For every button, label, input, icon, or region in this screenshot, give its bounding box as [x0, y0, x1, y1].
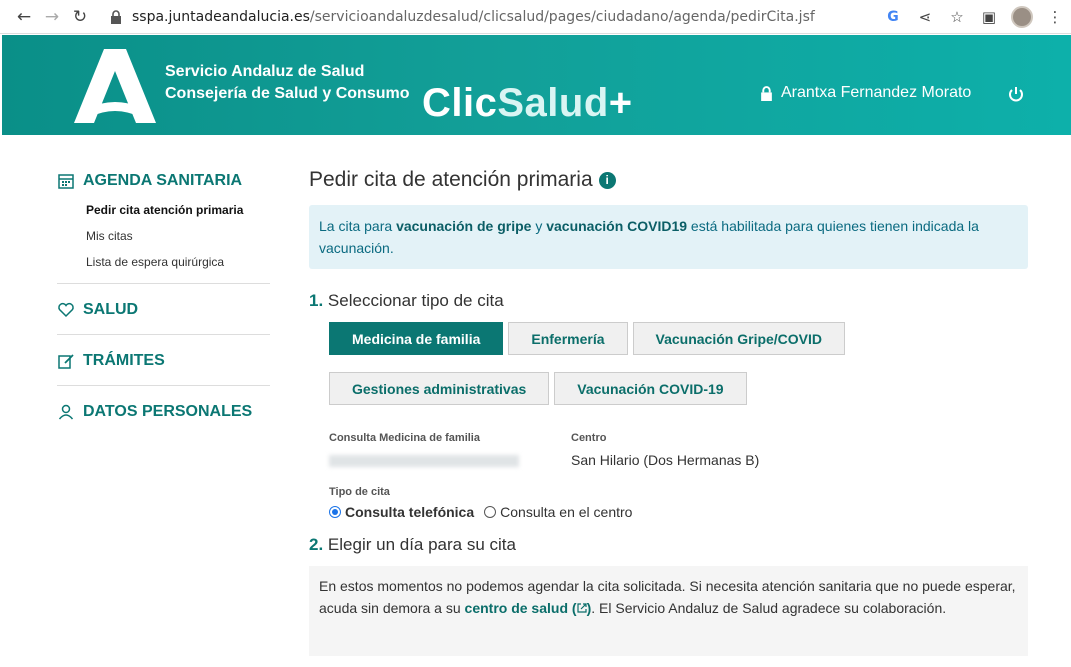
clicsalud-logo[interactable]: ClicSalud+	[422, 81, 633, 126]
url-path: /servicioandaluzdesalud/clicsalud/pages/…	[309, 9, 815, 25]
user-name: Arantxa Fernandez Morato	[781, 84, 972, 101]
radio-consulta-telefonica[interactable]: Consulta telefónica	[329, 504, 474, 520]
link-label: centro de salud	[464, 600, 568, 616]
appointment-type-buttons: Medicina de familia Enfermería Vacunació…	[329, 322, 889, 405]
user-icon	[58, 404, 74, 420]
page-title: Pedir cita de atención primaria i	[309, 165, 1029, 195]
sidebar-item-datos-personales[interactable]: DATOS PERSONALES	[57, 396, 270, 428]
tipo-cita-radio-group: Consulta telefónica Consulta en el centr…	[329, 502, 1029, 522]
tipo-cita-label: Tipo de cita	[329, 486, 390, 498]
org-line-2: Consejería de Salud y Consumo	[165, 85, 410, 102]
vaccination-alert: La cita para vacunación de gripe y vacun…	[309, 205, 1028, 269]
type-enfermeria-button[interactable]: Enfermería	[508, 322, 628, 355]
org-name: Servicio Andaluz de Salud Consejería de …	[165, 61, 410, 105]
appointment-details: Consulta Medicina de familia Centro San …	[329, 432, 1029, 470]
reload-icon[interactable]: ↻	[66, 3, 94, 31]
main-content: Pedir cita de atención primaria i La cit…	[309, 165, 1029, 656]
user-info: Arantxa Fernandez Morato	[760, 84, 971, 102]
edit-form-icon	[58, 354, 74, 369]
sidebar-item-lista-espera[interactable]: Lista de espera quirúrgica	[57, 249, 270, 275]
side-panel-icon[interactable]: ▣	[979, 7, 999, 27]
radio-label: Consulta telefónica	[345, 504, 475, 520]
alert-bold-covid: vacunación COVID19	[546, 218, 688, 234]
step-label: Elegir un día para su cita	[327, 535, 516, 554]
profile-avatar[interactable]	[1011, 6, 1033, 28]
sidebar-item-label: SALUD	[83, 301, 139, 318]
back-icon[interactable]: ←	[10, 3, 38, 31]
logout-power-icon[interactable]	[1007, 85, 1025, 103]
divider	[57, 385, 270, 386]
availability-notice: En estos momentos no podemos agendar la …	[309, 566, 1028, 656]
radio-consulta-centro[interactable]: Consulta en el centro	[484, 504, 632, 520]
page-title-text: Pedir cita de atención primaria	[309, 168, 593, 191]
menu-kebab-icon[interactable]: ⋮	[1045, 7, 1065, 27]
forward-icon[interactable]: →	[38, 3, 66, 31]
redacted-doctor-name	[329, 455, 519, 467]
external-link-icon	[576, 603, 587, 613]
divider	[57, 334, 270, 335]
sidebar: AGENDA SANITARIA Pedir cita atención pri…	[57, 165, 270, 428]
type-vacunacion-gripe-covid-button[interactable]: Vacunación Gripe/COVID	[632, 322, 846, 355]
centro-salud-link[interactable]: centro de salud ()	[465, 600, 592, 616]
share-icon[interactable]: ⋖	[915, 7, 935, 27]
brand-clic: Clic	[422, 81, 498, 125]
sidebar-item-mis-citas[interactable]: Mis citas	[57, 223, 270, 249]
junta-andalucia-logo[interactable]	[70, 45, 160, 123]
radio-selected-icon[interactable]	[329, 506, 341, 518]
centro-value: San Hilario (Dos Hermanas B)	[571, 452, 760, 468]
radio-label: Consulta en el centro	[500, 504, 633, 520]
step-label: Seleccionar tipo de cita	[327, 291, 504, 310]
step-number: 2.	[309, 535, 324, 554]
type-medicina-familia-button[interactable]: Medicina de familia	[329, 322, 504, 355]
sidebar-item-label: TRÁMITES	[83, 352, 165, 369]
calendar-icon	[58, 174, 74, 189]
org-line-1: Servicio Andaluz de Salud	[165, 63, 365, 80]
address-bar[interactable]: sspa.juntadeandalucia.es/servicioandaluz…	[110, 4, 815, 30]
sidebar-item-pedir-cita[interactable]: Pedir cita atención primaria	[57, 197, 270, 223]
sidebar-item-label: DATOS PERSONALES	[83, 403, 253, 420]
consulta-label: Consulta Medicina de familia	[329, 432, 480, 444]
sidebar-item-label: AGENDA SANITARIA	[83, 172, 243, 189]
sidebar-item-tramites[interactable]: TRÁMITES	[57, 345, 270, 377]
sidebar-item-agenda[interactable]: AGENDA SANITARIA	[57, 165, 270, 197]
alert-bold-gripe: vacunación de gripe	[396, 218, 532, 234]
radio-unselected-icon[interactable]	[484, 506, 497, 518]
site-header: Servicio Andaluz de Salud Consejería de …	[2, 35, 1071, 135]
type-gestiones-administrativas-button[interactable]: Gestiones administrativas	[329, 372, 550, 405]
alert-text-1: La cita para	[319, 218, 397, 234]
brand-plus: +	[608, 81, 633, 125]
divider	[57, 283, 270, 284]
centro-label: Centro	[571, 432, 607, 444]
bookmark-star-icon[interactable]: ☆	[947, 7, 967, 27]
google-icon[interactable]: G	[883, 7, 903, 27]
step-1-heading: 1. Seleccionar tipo de cita	[309, 291, 1029, 313]
lock-icon	[761, 85, 772, 101]
alert-text-2: y	[531, 218, 547, 234]
notice-text-2: . El Servicio Andaluz de Salud agradece …	[591, 600, 947, 616]
browser-toolbar: ← → ↻ sspa.juntadeandalucia.es/servicioa…	[0, 0, 1071, 34]
sidebar-item-salud[interactable]: SALUD	[57, 294, 270, 326]
step-number: 1.	[309, 291, 324, 310]
lock-icon	[111, 10, 121, 24]
brand-salud: Salud	[497, 81, 609, 125]
info-icon[interactable]: i	[598, 171, 616, 189]
url-host: sspa.juntadeandalucia.es	[132, 9, 310, 25]
type-vacunacion-covid19-button[interactable]: Vacunación COVID-19	[554, 372, 747, 405]
heart-icon	[58, 302, 74, 318]
step-2-heading: 2. Elegir un día para su cita	[309, 535, 1029, 557]
